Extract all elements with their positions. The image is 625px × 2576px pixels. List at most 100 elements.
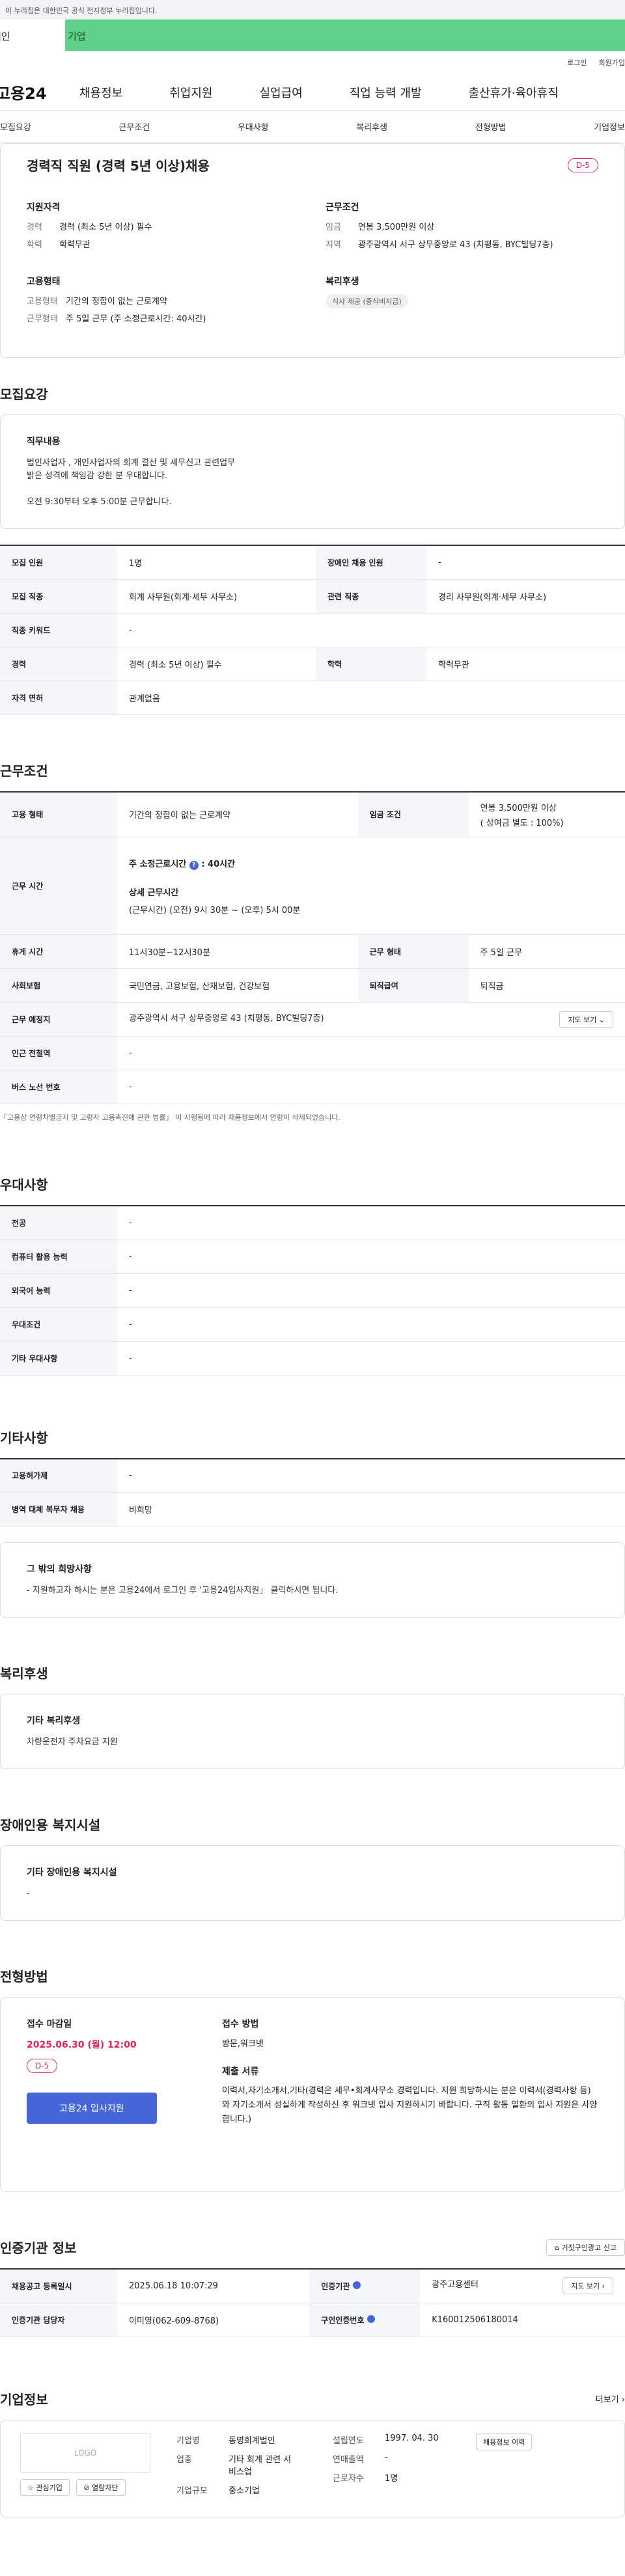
map-button[interactable]: 지도 보기 ⌄ — [559, 1010, 613, 1028]
table-cell: 이미영(062-609-8768) — [117, 2303, 310, 2337]
table-cell: - — [117, 613, 625, 647]
subnav-condition[interactable]: 근무조건 — [118, 120, 150, 133]
dday-badge: D-5 — [27, 2059, 58, 2073]
label: 연매출액 — [333, 2454, 364, 2465]
table-cell: 컴퓨터 활용 능력 — [0, 1240, 117, 1274]
table-cell: 근무 형태 — [357, 934, 469, 969]
method-label: 접수 방법 — [222, 2019, 259, 2029]
table-cell: 1명 — [117, 545, 316, 580]
more-link[interactable]: 더보기 › — [596, 2393, 625, 2405]
table-row: 전공 - — [0, 1206, 625, 1240]
site-logo[interactable]: 고용24 — [0, 81, 61, 103]
table-cell: 모집 직종 — [0, 579, 117, 614]
gov-notice: 이 누리집은 대한민국 공식 전자정부 누리집입니다. — [0, 0, 625, 20]
table-cell: 경리 사무원(회계·세무 사무소) — [426, 579, 625, 614]
table-cell: 외국어 능력 — [0, 1273, 117, 1308]
subnav-selection[interactable]: 전형방법 — [475, 120, 507, 133]
value: 광주광역시 서구 상무중앙로 43 (치평동, BYC빌딩7층) — [358, 240, 553, 250]
section-title: 인증기관 정보 — [0, 2240, 77, 2256]
section-title: 우대사항 — [0, 1177, 48, 1193]
age-note: 「고용상 연령차별금지 및 고령자 고용촉진에 관한 법률」 이 시행됨에 따라… — [0, 1113, 340, 1122]
table-cell: 장애인 채용 인원 — [316, 545, 426, 580]
table-cell: 기타 우대사항 — [0, 1341, 117, 1376]
info-icon[interactable] — [367, 2314, 375, 2323]
table-cell: 광주고용센터 지도 보기 › — [420, 2269, 625, 2303]
table-cell: - — [117, 1206, 625, 1240]
tab-corp[interactable]: 기업 — [65, 20, 625, 51]
qual-heading: 지원자격 — [27, 202, 61, 213]
table-row: 고용 형태 기간의 정함이 없는 근로계약 임금 조건 연봉 3,500만원 이상 ( … — [0, 791, 625, 837]
section-title: 모집요강 — [0, 386, 48, 402]
wish-box: 그 밖의 희망사항 - 지원하고자 하시는 분은 고용24에서 로그인 후 '고… — [0, 1542, 625, 1618]
block-button[interactable]: ⊘ 열람차단 — [76, 2478, 126, 2496]
table-cell: - — [117, 1036, 625, 1070]
table-cell: 퇴직금 — [468, 968, 625, 1003]
table-row: 외국어 능력 - — [0, 1273, 625, 1308]
gnb-leave[interactable]: 출산휴가·육아휴직 — [469, 84, 559, 101]
method-value: 방문,워크넷 — [222, 2039, 264, 2049]
section-title: 전형방법 — [0, 1969, 48, 1985]
gnb-employment-support[interactable]: 취업지원 — [169, 84, 212, 101]
table-row: 자격 면허 관계없음 — [0, 681, 625, 715]
table-cell: 비희망 — [117, 1492, 625, 1526]
info-icon[interactable] — [352, 2281, 361, 2289]
duty-box: 직무내용 법인사업자 , 개인사업자의 회계 결산 및 세무신고 관련업무 밝은… — [0, 414, 625, 529]
report-button[interactable]: ⌂ 거짓구인광고 신고 — [546, 2238, 625, 2256]
table-cell: 국민연금, 고용보험, 산재보험, 건강보험 — [117, 968, 358, 1003]
fav-button[interactable]: ☆ 관심기업 — [20, 2478, 70, 2496]
gnb-training[interactable]: 직업 능력 개발 — [350, 84, 422, 101]
table-row: 근무 예정지 광주광역시 서구 상무중앙로 43 (치평동, BYC빌딩7층) 지도… — [0, 1002, 625, 1037]
table-cell: - — [117, 1240, 625, 1274]
table-cell: 학력 — [316, 647, 426, 681]
value: 1명 — [385, 2473, 398, 2484]
history-button[interactable]: 채용정보 이력 — [476, 2433, 533, 2450]
chevron-down-icon: ⌄ — [598, 1015, 605, 1024]
table-row: 휴게 시간 11시30분~12시30분 근무 형태 주 5일 근무 — [0, 934, 625, 969]
join-link[interactable]: 회원가입 — [599, 57, 625, 68]
table-row: 우대조건 - — [0, 1307, 625, 1342]
subnav-welfare[interactable]: 복리후생 — [356, 120, 387, 133]
duty-heading: 직무내용 — [27, 437, 61, 447]
table-row: 고용허가제 - — [0, 1458, 625, 1493]
map-button[interactable]: 지도 보기 › — [562, 2277, 613, 2295]
label: 지역 — [326, 240, 341, 250]
apply-button[interactable]: 고용24 입사지원 — [27, 2093, 157, 2124]
tab-person[interactable]: 개인 — [0, 20, 65, 51]
value: 경력 (최소 5년 이상) 필수 — [59, 223, 152, 232]
table-row: 경력 경력 (최소 5년 이상) 필수 학력 학력무관 — [0, 647, 625, 681]
condition-table: 고용 형태 기간의 정함이 없는 근로계약 임금 조건 연봉 3,500만원 이상 ( … — [0, 791, 625, 1104]
value: 학력무관 — [59, 240, 90, 250]
login-link[interactable]: 로그인 — [567, 57, 587, 68]
table-cell: - — [426, 545, 625, 580]
label: 임금 — [326, 223, 341, 232]
table-cell: 인증기관 담당자 — [0, 2303, 117, 2337]
table-cell: - — [117, 1341, 625, 1376]
table-cell: - — [117, 1273, 625, 1308]
table-cell: 관련 직종 — [316, 579, 426, 614]
table-cell: 휴게 시간 — [0, 934, 117, 969]
table-cell: 광주광역시 서구 상무중앙로 43 (치평동, BYC빌딩7층) 지도 보기 ⌄ — [117, 1002, 625, 1037]
table-cell: 사회보험 — [0, 968, 117, 1003]
table-cell: 채용공고 등록일시 — [0, 2269, 117, 2303]
subnav-preference[interactable]: 우대사항 — [238, 120, 269, 133]
info-icon[interactable]: ? — [189, 860, 199, 870]
apply-box: 접수 마감일 2025.06.30 (월) 12:00 D-5 고용24 입사지… — [0, 1997, 625, 2192]
subnav-recruit[interactable]: 모집요강 — [0, 120, 31, 133]
table-cell: 2025.06.18 10:07:29 — [117, 2269, 310, 2303]
table-cell: 회계 사무원(회계·세무 사무소) — [117, 579, 316, 614]
table-cell: 임금 조건 — [357, 791, 469, 837]
wage-bonus: ( 상여금 별도 : 100%) — [480, 818, 564, 828]
gnb-jobs[interactable]: 채용정보 — [79, 84, 122, 101]
table-row: 버스 노선 번호 - — [0, 1070, 625, 1104]
wish-heading: 그 밖의 희망사항 — [27, 1564, 92, 1575]
table-row: 모집 인원 1명 장애인 채용 인원 - — [0, 545, 625, 580]
welfare-sub: 기타 복리후생 — [27, 1716, 81, 1726]
preference-table: 전공 - 컴퓨터 활용 능력 - 외국어 능력 - 우대조건 - 기타 우대사항 - — [0, 1205, 625, 1376]
gnb-unemployment[interactable]: 실업급여 — [260, 84, 303, 101]
etc-table: 고용허가제 - 병역 대체 복무자 채용 비희망 — [0, 1457, 625, 1526]
subnav-company[interactable]: 기업정보 — [594, 120, 625, 133]
label: 고용형태 — [27, 297, 58, 306]
welfare-text: 차량운전자 주차요금 지원 — [27, 1737, 118, 1747]
wish-text: - 지원하고자 하시는 분은 고용24에서 로그인 후 '고용24입사지원」 클… — [27, 1586, 339, 1595]
label: 경력 — [27, 223, 42, 232]
